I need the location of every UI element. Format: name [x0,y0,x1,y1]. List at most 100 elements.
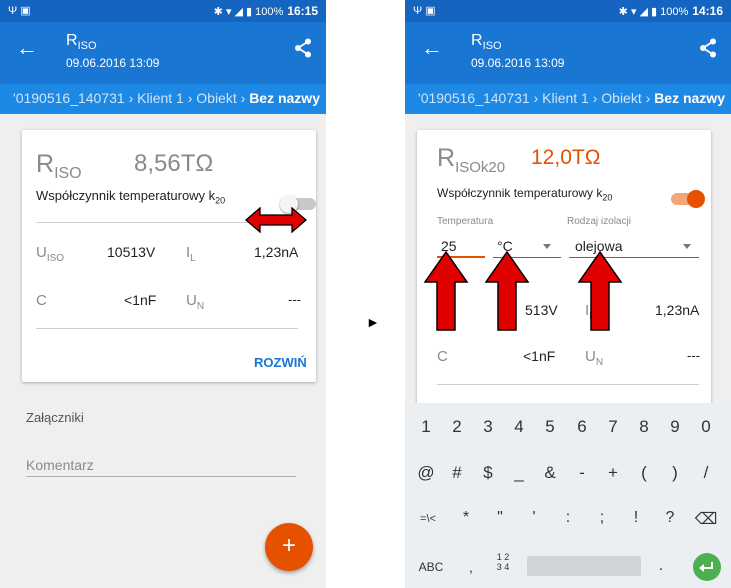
key[interactable]: 0 [693,417,719,437]
page-title: RISO [471,32,502,53]
key[interactable]: : [555,509,581,527]
battery-percent: 100% [255,6,284,18]
key[interactable]: 6 [569,417,595,437]
divider [36,328,298,329]
un-value: --- [288,292,301,307]
key[interactable]: " [487,509,513,527]
status-bar: Ψ ▣ ✱ ▾ ◢ ▮ 100% 14:16 [405,0,731,22]
up-arrow-annotation-icon [577,250,623,331]
status-right: ✱ ▾ ◢ ▮ 100% 14:16 [619,4,723,18]
key[interactable]: 5 [537,417,563,437]
chevron-down-icon [543,244,551,249]
up-arrow-annotation-icon [423,250,469,331]
key[interactable]: 8 [631,417,657,437]
comment-field[interactable]: Komentarz [26,457,94,473]
temperature-coefficient-toggle[interactable] [669,188,709,210]
clock: 16:15 [287,4,318,18]
key[interactable]: & [537,463,563,483]
enter-key[interactable] [693,553,721,581]
il-value: 1,23nA [254,244,299,260]
c-value: <1nF [523,348,556,364]
comma-key[interactable]: , [461,559,481,575]
coefficient-label: Współczynnik temperaturowy k20 [36,188,226,206]
divider [437,384,699,385]
insulation-label: Rodzaj izolacji [567,216,631,227]
uiso-label: UISO [36,244,65,264]
key[interactable]: 2 [444,417,470,437]
status-bar: Ψ ▣ ✱ ▾ ◢ ▮ 100% 16:15 [0,0,326,22]
share-icon[interactable] [699,38,717,63]
period-key[interactable]: . [651,557,671,575]
key[interactable]: ( [631,463,657,483]
c-label: C [437,348,448,365]
status-left-icons: Ψ ▣ [413,5,436,17]
clock: 14:16 [692,4,723,18]
un-label: UN [585,348,604,368]
key[interactable]: 1 [413,417,439,437]
c-label: C [36,292,47,309]
key[interactable]: _ [506,463,532,483]
status-right: ✱ ▾ ◢ ▮ 100% 16:15 [214,4,318,18]
expand-button[interactable]: ROZWIŃ [254,355,307,370]
measurement-date: 09.06.2016 13:09 [471,56,565,70]
key[interactable]: ) [662,463,688,483]
result-value: 12,0TΩ [531,146,601,169]
enter-icon [699,562,713,572]
page-title: RISO [66,32,97,53]
il-label: IL [186,244,196,264]
comment-underline [26,476,296,477]
un-value: --- [687,348,700,363]
abc-key[interactable]: ABC [413,560,449,574]
key[interactable]: =\< [411,513,445,525]
result-label: RISO [36,150,82,182]
result-card: RISO 8,56TΩ Współczynnik temperaturowy k… [22,130,316,382]
breadcrumb-path[interactable]: '0190516_140731 › Klient 1 › Obiekt › [13,90,249,106]
transition-arrow-icon: ► [366,314,380,330]
backspace-icon[interactable]: ⌫ [691,509,721,529]
breadcrumb-current: Bez nazwy [654,90,725,106]
key[interactable]: @ [413,463,439,483]
divider [36,222,256,223]
breadcrumb: '0190516_140731 › Klient 1 › Obiekt › Be… [0,84,326,114]
space-key[interactable] [527,556,641,576]
temperature-label: Temperatura [437,216,494,227]
numpad-key[interactable]: 1 23 4 [491,552,515,572]
measurement-date: 09.06.2016 13:09 [66,56,160,70]
status-icons: ✱ ▾ ◢ ▮ [213,6,253,18]
key[interactable]: / [693,463,719,483]
key[interactable]: - [569,463,595,483]
double-arrow-annotation-icon [245,206,307,234]
c-value: <1nF [124,292,157,308]
key[interactable]: + [600,463,626,483]
back-arrow-icon[interactable]: ← [16,35,38,61]
key[interactable]: ? [657,509,683,527]
numeric-keyboard: 1 2 3 4 5 6 7 8 9 0 @ # $ _ & - + ( ) / … [405,403,731,588]
key[interactable]: 3 [475,417,501,437]
coefficient-label: Współczynnik temperaturowy k20 [437,186,613,203]
battery-percent: 100% [660,6,689,18]
key[interactable]: $ [475,463,501,483]
back-arrow-icon[interactable]: ← [421,35,443,61]
result-value: 8,56TΩ [134,150,214,177]
add-attachment-button[interactable]: + [265,523,313,571]
key[interactable]: 7 [600,417,626,437]
result-label: RISOk20 [437,144,506,176]
key[interactable]: ! [623,509,649,527]
left-screen: Ψ ▣ ✱ ▾ ◢ ▮ 100% 16:15 ← RISO 09.06.2016 … [0,0,326,588]
share-icon[interactable] [294,38,312,63]
key[interactable]: 4 [506,417,532,437]
app-bar: ← RISO 09.06.2016 13:09 [0,22,326,84]
breadcrumb: '0190516_140731 › Klient 1 › Obiekt › Be… [405,84,731,114]
key[interactable]: # [444,463,470,483]
key[interactable]: ' [521,509,547,527]
breadcrumb-path[interactable]: '0190516_140731 › Klient 1 › Obiekt › [418,90,654,106]
status-left-icons: Ψ ▣ [8,5,31,17]
key[interactable]: ; [589,509,615,527]
il-value: 1,23nA [655,302,700,318]
breadcrumb-current: Bez nazwy [249,90,320,106]
status-icons: ✱ ▾ ◢ ▮ [618,6,658,18]
attachments-label: Załączniki [26,410,84,425]
key[interactable]: * [453,509,479,527]
chevron-down-icon [683,244,691,249]
key[interactable]: 9 [662,417,688,437]
